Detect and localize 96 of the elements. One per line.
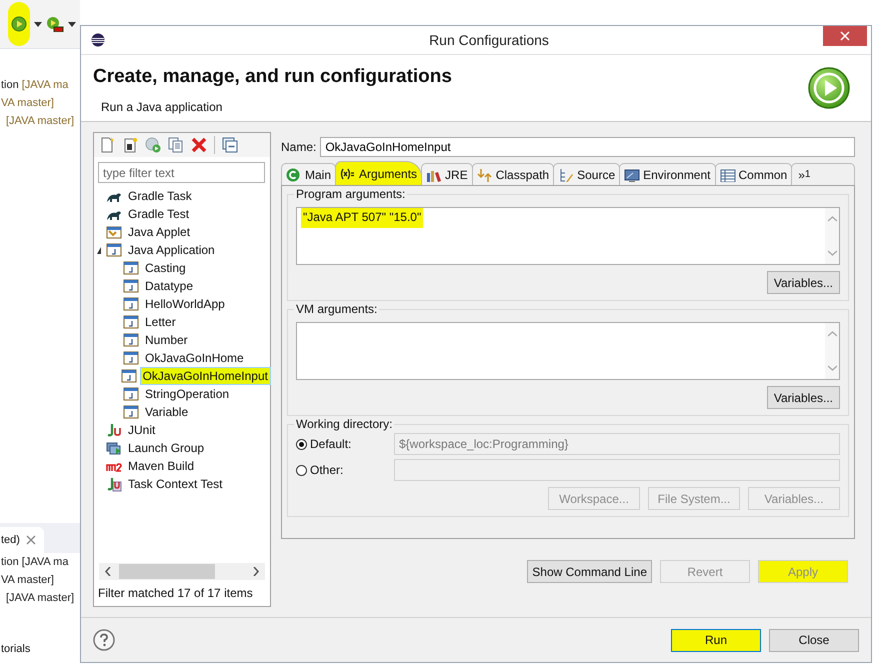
- tree-pencil-icon: [558, 168, 574, 182]
- console-line: [JAVA master]: [6, 591, 76, 606]
- tab[interactable]: Main: [281, 163, 336, 185]
- radio-button[interactable]: Other:: [296, 463, 394, 477]
- tree-item[interactable]: Java Applet: [126, 224, 192, 240]
- group-label: Program arguments:: [294, 187, 408, 201]
- group-label: Working directory:: [294, 417, 394, 431]
- java-window-icon: [106, 242, 122, 258]
- tree-item[interactable]: Casting: [143, 260, 188, 276]
- expanded-arrow-icon[interactable]: [97, 246, 102, 254]
- tab[interactable]: Classpath: [472, 163, 554, 185]
- java-window-icon: [123, 314, 139, 330]
- debug-run-icon[interactable]: [46, 16, 64, 32]
- run-button[interactable]: [8, 2, 30, 46]
- tree-item[interactable]: Variable: [143, 404, 190, 420]
- filter-status: Filter matched 17 of 17 items: [97, 585, 254, 602]
- java-window-icon: [123, 386, 139, 402]
- tree-item[interactable]: Datatype: [143, 278, 196, 294]
- java-window-icon: [123, 260, 139, 276]
- java-window-icon: [120, 368, 137, 384]
- eclipse-icon: [91, 33, 105, 47]
- tree-item[interactable]: HelloWorldApp: [143, 296, 227, 312]
- duplicate-icon[interactable]: [168, 137, 184, 153]
- button[interactable]: Variables...: [766, 386, 840, 409]
- tab[interactable]: Source: [553, 163, 620, 185]
- button[interactable]: Variables...: [766, 271, 840, 294]
- close-icon[interactable]: [26, 535, 36, 545]
- radio-button[interactable]: Default:: [296, 437, 394, 451]
- project-tag: VA master]: [1, 94, 54, 112]
- argument-text: "Java APT 507" "15.0": [301, 208, 424, 228]
- name-field[interactable]: OkJavaGoInHomeInput: [320, 137, 855, 157]
- variable-icon: [340, 166, 356, 180]
- tree-item[interactable]: OkJavaGoInHomeInput: [140, 368, 270, 384]
- tree-item[interactable]: Maven Build: [126, 458, 196, 474]
- stacked-windows-icon: [106, 440, 122, 456]
- input-field[interactable]: ${workspace_loc:Programming}: [394, 433, 840, 455]
- tab[interactable]: Arguments: [335, 161, 422, 185]
- tree-item[interactable]: Letter: [143, 314, 178, 330]
- java-window-icon: [123, 332, 139, 348]
- filter-field[interactable]: type filter text: [98, 162, 265, 183]
- button[interactable]: Close: [769, 628, 859, 652]
- scrollbar-thumb[interactable]: [119, 564, 215, 579]
- project-tag: [JAVA ma: [22, 76, 68, 94]
- junit-icon: [106, 476, 122, 492]
- input-field[interactable]: [394, 459, 840, 481]
- java-window-icon: [123, 278, 139, 294]
- tab[interactable]: JRE: [421, 163, 473, 185]
- tree-item[interactable]: Java Application: [126, 242, 217, 258]
- tree-item[interactable]: StringOperation: [143, 386, 232, 402]
- play-icon: [11, 16, 27, 32]
- collapse-all-icon[interactable]: [222, 137, 238, 153]
- caret-icon[interactable]: [68, 22, 76, 26]
- tree-item[interactable]: Task Context Test: [126, 476, 224, 492]
- tree-item[interactable]: JUnit: [126, 422, 158, 438]
- tree-item[interactable]: OkJavaGoInHome: [143, 350, 246, 366]
- console-line: torials: [1, 643, 32, 655]
- button[interactable]: Run: [671, 628, 761, 652]
- java-window-icon: [123, 404, 139, 420]
- project-tag: [JAVA master]: [6, 112, 74, 130]
- dialog-message: Run a Java application: [101, 100, 224, 114]
- close-button[interactable]: [823, 26, 867, 46]
- tree-item[interactable]: Number: [143, 332, 190, 348]
- tab[interactable]: Common: [714, 163, 792, 185]
- view-tab[interactable]: ted): [0, 527, 44, 553]
- console-line: VA master]: [1, 573, 55, 588]
- horizontal-scrollbar[interactable]: [99, 563, 265, 580]
- java-window-icon: [123, 350, 139, 366]
- button[interactable]: Show Command Line: [527, 560, 652, 583]
- console-line: tion [JAVA ma: [1, 555, 70, 570]
- scroll-right-icon[interactable]: [253, 567, 259, 576]
- field-label: Name:: [281, 140, 316, 154]
- new-prototype-icon[interactable]: [122, 137, 138, 153]
- help-icon[interactable]: [93, 629, 115, 651]
- launch-label: tion: [1, 78, 19, 93]
- caret-icon[interactable]: [34, 22, 42, 26]
- delete-icon[interactable]: [191, 137, 207, 153]
- java-window-icon: [123, 296, 139, 312]
- arrows-icon: [476, 168, 493, 182]
- tree-item[interactable]: Gradle Task: [126, 188, 194, 204]
- new-file-icon[interactable]: [99, 137, 115, 153]
- monitor-icon: [624, 168, 640, 182]
- tree-item[interactable]: Gradle Test: [126, 206, 192, 222]
- window-title: Run Configurations: [428, 32, 550, 48]
- circle-c-icon: [286, 168, 302, 182]
- tab-title: ted): [1, 534, 20, 546]
- tab[interactable]: Environment: [619, 163, 716, 185]
- junit-icon: [106, 422, 122, 438]
- applet-icon: [106, 224, 122, 240]
- close-icon: [840, 31, 850, 41]
- group-label: VM arguments:: [294, 302, 380, 316]
- play-logo-icon: [807, 66, 851, 110]
- tree-item[interactable]: Launch Group: [126, 440, 206, 456]
- globe-run-icon[interactable]: [145, 137, 161, 153]
- dialog-heading: Create, manage, and run configurations: [93, 66, 452, 88]
- table-icon: [720, 168, 736, 182]
- scroll-left-icon[interactable]: [105, 567, 111, 576]
